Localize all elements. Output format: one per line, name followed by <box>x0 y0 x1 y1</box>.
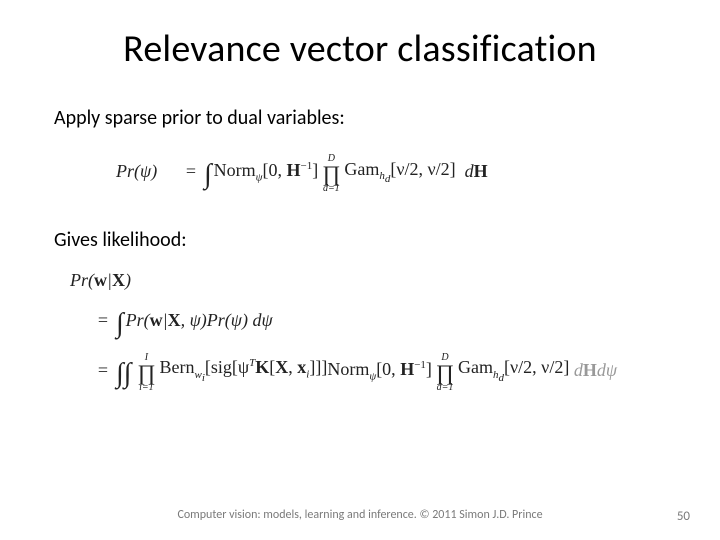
eq2a-equals: = <box>90 310 116 331</box>
eq2b-norm: Normψ[0, H−1] <box>327 359 432 383</box>
footer-text: Computer vision: models, learning and in… <box>177 508 542 522</box>
slide: Relevance vector classification Apply sp… <box>0 0 720 540</box>
eq2b-gamma: Gamhd[ν/2, ν/2] <box>458 357 569 384</box>
text-line-1: Apply sparse prior to dual variables: <box>54 106 670 130</box>
eq2b-bern: Bernwi[sig[ψTK[X, xi]]] <box>159 357 327 384</box>
eq1-equals: = <box>178 161 204 182</box>
eq2a-integrand: Pr(w|X, ψ)Pr(ψ) <box>126 310 248 331</box>
slide-title: Relevance vector classification <box>50 26 670 72</box>
product-icon: I ∏ i=1 <box>137 353 155 393</box>
double-integral-icon: ∫∫ <box>116 358 131 390</box>
equation-prior: Pr(ψ) = ∫ Normψ[0, H−1] D ∏ d=1 Gamhd[ν/… <box>116 152 670 192</box>
text-line-2: Gives likelihood: <box>54 228 670 252</box>
product-icon: D ∏ d=1 <box>322 154 340 194</box>
eq1-lhs: Pr(ψ) <box>116 161 178 182</box>
eq1-norm: Normψ[0, H−1] <box>214 160 319 184</box>
product-icon: D ∏ d=1 <box>436 353 454 393</box>
equation-likelihood: Pr(w|X) = ∫ Pr(w|X, ψ)Pr(ψ) dψ = ∫∫ I ∏ … <box>70 270 670 391</box>
integral-icon: ∫ <box>116 308 124 340</box>
eq1-diff: dH <box>456 161 488 182</box>
eq1-gamma: Gamhd[ν/2, ν/2] <box>344 159 455 186</box>
eq2a-lhs: Pr(w|X) <box>70 270 148 291</box>
integral-icon: ∫ <box>204 159 212 191</box>
footer-caption: Computer vision: models, learning and in… <box>0 508 720 522</box>
eq2b-diff: dHdψ <box>569 360 617 381</box>
eq2b-equals: = <box>90 360 116 381</box>
eq2a-diff: dψ <box>248 310 273 331</box>
page-number: 50 <box>677 509 690 524</box>
